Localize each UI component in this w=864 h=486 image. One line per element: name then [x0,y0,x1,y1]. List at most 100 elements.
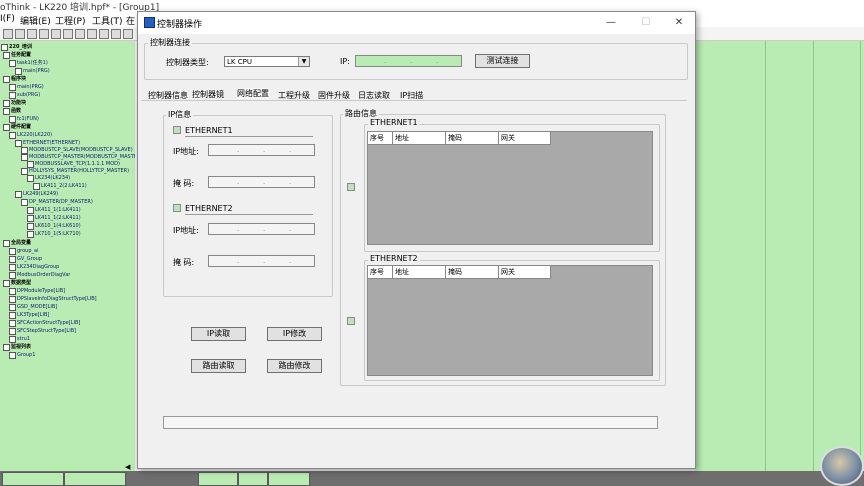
tree-node-icon[interactable] [27,223,34,230]
route-ethernet2-checkbox[interactable] [347,317,355,325]
tree-node-icon[interactable] [21,199,28,206]
tree-node-icon[interactable] [9,328,16,335]
tree-node-icon[interactable] [15,68,22,75]
ip-modify-button[interactable]: IP修改 [267,327,322,341]
tree-node-icon[interactable] [9,288,16,295]
tree-item[interactable]: LK234DiagGroup [17,264,59,270]
tree-item[interactable]: DPModuleType[LIB] [17,288,65,294]
tree-node-icon[interactable] [3,108,10,115]
tree-node-icon[interactable] [3,240,10,247]
tree-node-icon[interactable] [9,264,16,271]
ip-input[interactable]: ... [355,55,462,67]
chevron-down-icon[interactable]: ▼ [298,57,309,66]
tree-node-icon[interactable] [9,304,16,311]
tree-item[interactable]: MODBUSTCP_MASTER(MODBUSTCP_MASTER) [29,154,135,160]
tree-item[interactable]: DPSlaveInfoDiagStructType[LIB] [17,296,97,302]
ethernet2-checkbox[interactable] [173,204,181,212]
menu-project[interactable]: 工程(P) [55,14,85,27]
menu-file[interactable]: I(F) [0,14,15,24]
tree-item[interactable]: task1(任务1) [17,60,48,66]
paste-icon[interactable] [63,29,73,39]
tree-item[interactable]: group_ai [17,248,38,254]
new-file-icon[interactable] [3,29,13,39]
menu-online[interactable]: 在 [126,14,135,27]
tree-item[interactable]: 功能块 [11,100,26,106]
tree-node-icon[interactable] [27,161,34,168]
route-ethernet1-checkbox[interactable] [347,183,355,191]
tree-item[interactable]: 硬件配置 [11,124,31,130]
tree-node-icon[interactable] [9,84,16,91]
tree-node-icon[interactable] [9,60,16,67]
controller-type-select[interactable]: LK CPU ▼ [224,56,310,67]
tree-item[interactable]: LK3Type[LIB] [17,312,49,318]
tree-item[interactable]: ETHERNET(ETHERNET) [23,140,80,146]
tree-node-icon[interactable] [1,44,8,51]
tree-node-icon[interactable] [9,352,16,359]
eth2-mask-input[interactable]: ... [208,255,315,267]
tree-node-icon[interactable] [3,280,10,287]
tree-node-icon[interactable] [33,183,40,190]
tree-node-icon[interactable] [21,154,28,161]
compile-icon[interactable] [111,29,121,39]
tree-item[interactable]: LK220(LK220) [17,132,52,138]
tree-item[interactable]: HOLLYSYS_MASTER(HOLLYTCP_MASTER) [29,168,129,174]
tree-item[interactable]: LK234(LK234) [35,175,70,181]
bottom-tab[interactable] [238,472,268,486]
tree-node-icon[interactable] [21,168,28,175]
tree-node-icon[interactable] [15,140,22,147]
tree-item[interactable]: fc1(FUN) [17,116,39,122]
tree-item[interactable]: MODBUSTCP_SLAVE(MODBUSTCP_SLAVE) [29,147,133,153]
tree-node-icon[interactable] [9,272,16,279]
tree-node-icon[interactable] [9,116,16,123]
tree-item[interactable]: GV_Group [17,256,42,262]
tree-item[interactable]: stru1 [17,336,30,342]
tree-node-icon[interactable] [9,248,16,255]
minimize-icon[interactable]: — [600,15,622,31]
test-connection-button[interactable]: 测试连接 [475,54,530,68]
tree-node-icon[interactable] [9,256,16,263]
tree-node-icon[interactable] [9,320,16,327]
tree-node-icon[interactable] [15,191,22,198]
tab-controller-mirror[interactable]: 控制器镜 [192,89,224,100]
tree-item[interactable]: SFCStepStructType[LIB] [17,328,76,334]
tree-item[interactable]: GSD_MODE[LIB] [17,304,57,310]
tree-item[interactable]: LK610_1(4:LK610) [35,223,81,229]
open-file-icon[interactable] [15,29,25,39]
tree-node-icon[interactable] [27,231,34,238]
tree-item[interactable]: Group1 [17,352,35,358]
menu-edit[interactable]: 编辑(E) [20,14,51,27]
tree-node-icon[interactable] [3,76,10,83]
redo-icon[interactable] [87,29,97,39]
tree-item[interactable]: LK411_2(2:LK411) [41,183,87,189]
tree-item[interactable]: main(PRG) [23,68,50,74]
tree-node-icon[interactable] [27,215,34,222]
tree-item[interactable]: 任务配置 [11,52,31,58]
tree-item[interactable]: 监视列表 [11,344,31,350]
tree-item[interactable]: SFCActionStructType[LIB] [17,320,80,326]
tree-node-icon[interactable] [9,132,16,139]
tree-item[interactable]: 220_培训 [9,44,32,50]
tab-network-config[interactable]: 网络配置 [237,88,269,99]
tree-item[interactable]: ModbusOrderDiagVar [17,272,70,278]
tree-node-icon[interactable] [3,100,10,107]
close-icon[interactable]: ✕ [668,15,690,31]
tree-item[interactable]: 数据类型 [11,280,31,286]
tree-node-icon[interactable] [27,175,34,182]
tree-item[interactable]: main(PRG) [17,84,44,90]
tree-node-icon[interactable] [3,52,10,59]
tree-item[interactable]: DP_MASTER(DP_MASTER) [29,199,93,205]
copy-icon[interactable] [51,29,61,39]
eth2-ip-address-input[interactable]: ... [208,223,315,235]
tree-node-icon[interactable] [21,147,28,154]
tree-node-icon[interactable] [9,336,16,343]
save-icon[interactable] [27,29,37,39]
bottom-tab[interactable] [2,472,64,486]
ip-read-button[interactable]: IP读取 [191,327,246,341]
tree-item[interactable]: sub(PRG) [17,92,40,98]
tree-node-icon[interactable] [9,92,16,99]
bottom-tab[interactable] [198,472,238,486]
tree-node-icon[interactable] [3,124,10,131]
eth1-ip-address-input[interactable]: ... [208,144,315,156]
tree-item[interactable]: LK411_1(2:LK411) [35,215,81,221]
undo-icon[interactable] [75,29,85,39]
